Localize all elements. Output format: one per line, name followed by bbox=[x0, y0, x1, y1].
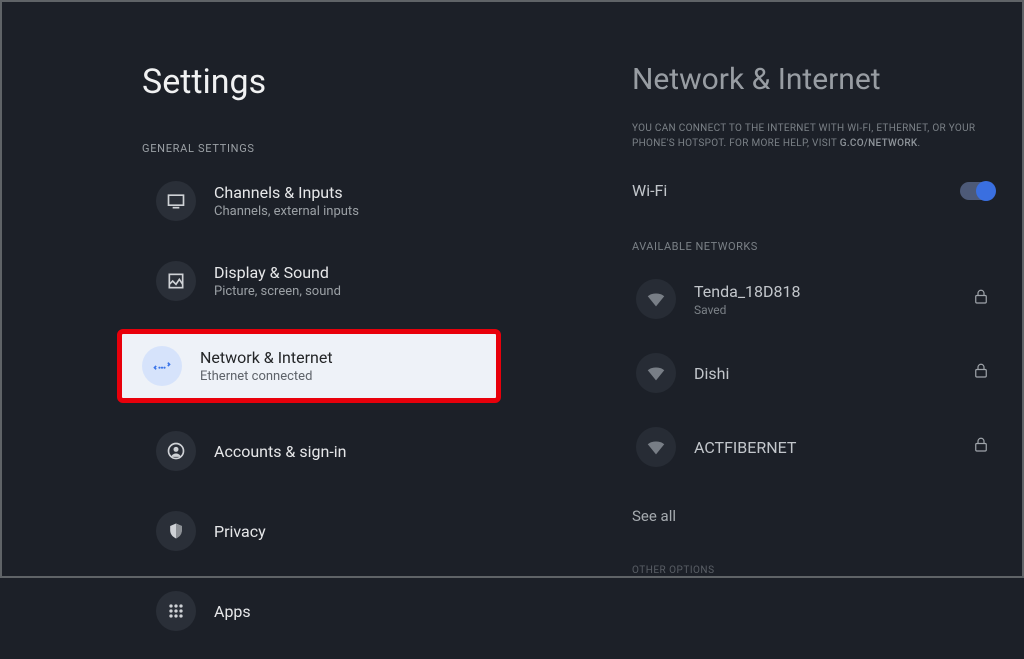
lock-icon bbox=[972, 362, 990, 384]
wifi-icon bbox=[636, 427, 676, 467]
apps-icon bbox=[156, 591, 196, 631]
lock-icon bbox=[972, 288, 990, 310]
network-name: ACTFIBERNET bbox=[694, 438, 796, 457]
network-item[interactable]: ACTFIBERNET bbox=[632, 415, 994, 479]
network-sub: Saved bbox=[694, 303, 801, 317]
sidebar-item-network-internet[interactable]: Network & Internet Ethernet connected bbox=[117, 329, 501, 403]
see-all-button[interactable]: See all bbox=[632, 507, 994, 525]
wifi-toggle[interactable] bbox=[960, 182, 994, 200]
privacy-icon bbox=[156, 511, 196, 551]
account-icon bbox=[156, 431, 196, 471]
image-icon bbox=[156, 261, 196, 301]
sidebar-item-privacy[interactable]: Privacy bbox=[142, 499, 602, 563]
detail-pane: Network & Internet YOU CAN CONNECT TO TH… bbox=[602, 2, 1022, 576]
item-texts: Display & Sound Picture, screen, sound bbox=[214, 263, 341, 299]
desc-text-b: . bbox=[918, 138, 921, 149]
network-name: Dishi bbox=[694, 364, 729, 383]
network-texts: ACTFIBERNET bbox=[694, 438, 796, 457]
wifi-row[interactable]: Wi-Fi bbox=[632, 181, 994, 200]
settings-list: Channels & Inputs Channels, external inp… bbox=[142, 169, 602, 659]
item-title: Apps bbox=[214, 602, 251, 621]
item-texts: Privacy bbox=[214, 522, 266, 541]
item-title: Display & Sound bbox=[214, 263, 341, 282]
sidebar-item-apps[interactable]: Apps bbox=[142, 579, 602, 643]
general-settings-label: GENERAL SETTINGS bbox=[142, 142, 602, 155]
desc-link[interactable]: G.CO/NETWORK bbox=[840, 138, 918, 149]
sidebar-item-display-sound[interactable]: Display & Sound Picture, screen, sound bbox=[142, 249, 602, 313]
item-texts: Channels & Inputs Channels, external inp… bbox=[214, 183, 359, 219]
detail-description: YOU CAN CONNECT TO THE INTERNET WITH WI-… bbox=[632, 121, 994, 151]
item-texts: Accounts & sign-in bbox=[214, 442, 346, 461]
item-texts: Network & Internet Ethernet connected bbox=[200, 348, 333, 384]
network-list: Tenda_18D818 Saved Dishi ACTFIBERN bbox=[632, 267, 994, 489]
item-sub: Ethernet connected bbox=[200, 369, 333, 384]
tv-icon bbox=[156, 181, 196, 221]
other-options-label: OTHER OPTIONS bbox=[632, 565, 994, 576]
toggle-knob bbox=[976, 181, 996, 201]
item-sub: Picture, screen, sound bbox=[214, 284, 341, 299]
item-title: Channels & Inputs bbox=[214, 183, 359, 202]
page-title: Settings bbox=[142, 62, 602, 102]
network-texts: Tenda_18D818 Saved bbox=[694, 282, 801, 317]
network-texts: Dishi bbox=[694, 364, 729, 383]
item-title: Privacy bbox=[214, 522, 266, 541]
wifi-icon bbox=[636, 353, 676, 393]
sidebar-item-channels-inputs[interactable]: Channels & Inputs Channels, external inp… bbox=[142, 169, 602, 233]
detail-title: Network & Internet bbox=[632, 62, 994, 97]
settings-pane: Settings GENERAL SETTINGS Channels & Inp… bbox=[2, 2, 602, 576]
item-title: Network & Internet bbox=[200, 348, 333, 367]
wifi-icon bbox=[636, 279, 676, 319]
wifi-label: Wi-Fi bbox=[632, 181, 667, 200]
available-networks-label: AVAILABLE NETWORKS bbox=[632, 240, 994, 253]
item-texts: Apps bbox=[214, 602, 251, 621]
network-item[interactable]: Tenda_18D818 Saved bbox=[632, 267, 994, 331]
desc-text-a: YOU CAN CONNECT TO THE INTERNET WITH WI-… bbox=[632, 123, 975, 149]
network-name: Tenda_18D818 bbox=[694, 282, 801, 301]
network-item[interactable]: Dishi bbox=[632, 341, 994, 405]
item-title: Accounts & sign-in bbox=[214, 442, 346, 461]
network-icon bbox=[142, 346, 182, 386]
sidebar-item-accounts[interactable]: Accounts & sign-in bbox=[142, 419, 602, 483]
lock-icon bbox=[972, 436, 990, 458]
item-sub: Channels, external inputs bbox=[214, 204, 359, 219]
